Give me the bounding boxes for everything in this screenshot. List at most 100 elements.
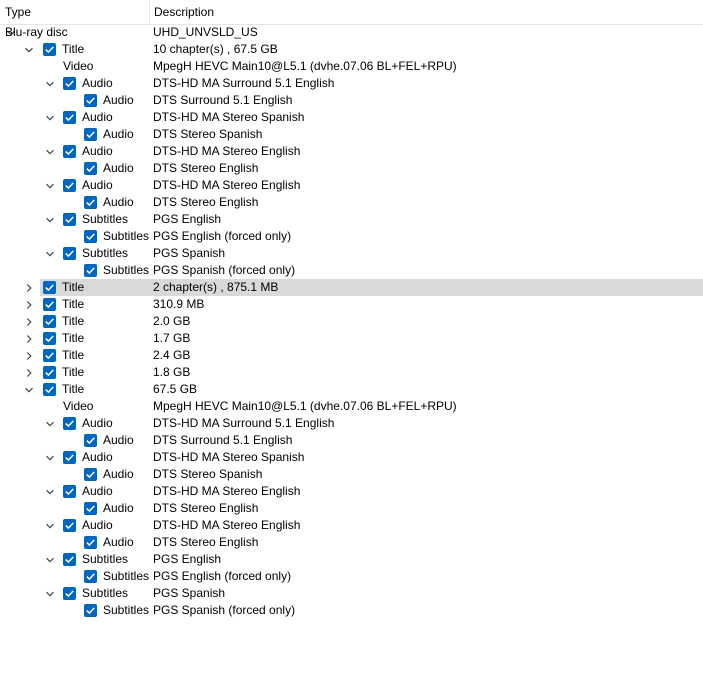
checkbox-checked-icon[interactable] [84, 468, 97, 481]
checkbox-checked-icon[interactable] [84, 162, 97, 175]
checkbox-checked-icon[interactable] [43, 281, 56, 294]
tree-row[interactable]: Subtitles PGS English (forced only) [0, 568, 703, 585]
checkbox-checked-icon[interactable] [63, 485, 76, 498]
chevron-down-icon[interactable] [44, 143, 56, 160]
checkbox-checked-icon[interactable] [63, 587, 76, 600]
checkbox-checked-icon[interactable] [43, 383, 56, 396]
chevron-down-icon[interactable] [44, 585, 56, 602]
row-description: DTS Stereo Spanish [153, 467, 263, 481]
tree-row[interactable]: Audio DTS Stereo English [0, 500, 703, 517]
checkbox-checked-icon[interactable] [63, 213, 76, 226]
checkbox-checked-icon[interactable] [63, 519, 76, 532]
checkbox-checked-icon[interactable] [84, 604, 97, 617]
chevron-down-icon[interactable] [44, 483, 56, 500]
tree-row[interactable]: Video MpegH HEVC Main10@L5.1 (dvhe.07.06 … [0, 398, 703, 415]
checkbox-checked-icon[interactable] [84, 196, 97, 209]
chevron-right-icon[interactable] [23, 330, 35, 347]
checkbox-checked-icon[interactable] [84, 128, 97, 141]
chevron-down-icon[interactable] [44, 109, 56, 126]
tree-row[interactable]: Subtitles PGS English [0, 211, 703, 228]
row-description: 1.8 GB [153, 365, 191, 379]
tree-row[interactable]: Audio DTS-HD MA Stereo English [0, 143, 703, 160]
checkbox-checked-icon[interactable] [63, 451, 76, 464]
tree-row[interactable]: Title 1.7 GB [0, 330, 703, 347]
chevron-right-icon[interactable] [23, 279, 35, 296]
tree-row[interactable]: Audio DTS Surround 5.1 English [0, 92, 703, 109]
checkbox-checked-icon[interactable] [63, 553, 76, 566]
row-description: DTS-HD MA Stereo English [153, 484, 301, 498]
checkbox-checked-icon[interactable] [84, 434, 97, 447]
chevron-right-icon[interactable] [23, 313, 35, 330]
tree-view[interactable]: Blu-ray disc UHD_UNVSLD_US Title 10 chapter… [0, 24, 703, 619]
tree-row[interactable]: Audio DTS Surround 5.1 English [0, 432, 703, 449]
tree-row[interactable]: Subtitles PGS Spanish (forced only) [0, 602, 703, 619]
row-type-label: Audio [103, 127, 134, 141]
checkbox-checked-icon[interactable] [84, 94, 97, 107]
tree-row[interactable]: Audio DTS-HD MA Surround 5.1 English [0, 75, 703, 92]
chevron-down-icon[interactable] [44, 551, 56, 568]
tree-row[interactable]: Audio DTS-HD MA Stereo English [0, 483, 703, 500]
chevron-down-icon[interactable] [44, 211, 56, 228]
chevron-right-icon[interactable] [23, 347, 35, 364]
checkbox-checked-icon[interactable] [43, 43, 56, 56]
checkbox-checked-icon[interactable] [43, 298, 56, 311]
tree-row[interactable]: Audio DTS Stereo Spanish [0, 126, 703, 143]
chevron-down-icon[interactable] [44, 517, 56, 534]
checkbox-checked-icon[interactable] [84, 502, 97, 515]
row-description: DTS-HD MA Stereo English [153, 178, 301, 192]
tree-row[interactable]: Audio DTS-HD MA Stereo Spanish [0, 449, 703, 466]
checkbox-checked-icon[interactable] [63, 247, 76, 260]
checkbox-checked-icon[interactable] [43, 332, 56, 345]
row-description: PGS Spanish [153, 586, 226, 600]
tree-row[interactable]: Audio DTS-HD MA Stereo English [0, 177, 703, 194]
chevron-down-icon[interactable] [44, 245, 56, 262]
tree-row[interactable]: Title 2 chapter(s) , 875.1 MB [0, 279, 703, 296]
chevron-down-icon[interactable] [44, 75, 56, 92]
tree-row[interactable]: Title 2.4 GB [0, 347, 703, 364]
tree-row[interactable]: Title 1.8 GB [0, 364, 703, 381]
checkbox-checked-icon[interactable] [84, 536, 97, 549]
checkbox-checked-icon[interactable] [84, 264, 97, 277]
tree-row[interactable]: Audio DTS Stereo English [0, 534, 703, 551]
column-header-description[interactable]: Description [150, 0, 703, 24]
checkbox-checked-icon[interactable] [43, 315, 56, 328]
tree-row[interactable]: Blu-ray disc UHD_UNVSLD_US [0, 24, 703, 41]
chevron-down-icon[interactable] [23, 41, 35, 58]
row-description: 310.9 MB [153, 297, 205, 311]
tree-row[interactable]: Subtitles PGS Spanish [0, 585, 703, 602]
tree-row[interactable]: Audio DTS-HD MA Stereo English [0, 517, 703, 534]
row-type-label: Subtitles [82, 246, 129, 260]
tree-row[interactable]: Audio DTS Stereo English [0, 160, 703, 177]
tree-row[interactable]: Subtitles PGS Spanish (forced only) [0, 262, 703, 279]
checkbox-checked-icon[interactable] [84, 230, 97, 243]
chevron-right-icon[interactable] [23, 296, 35, 313]
checkbox-checked-icon[interactable] [43, 349, 56, 362]
tree-row[interactable]: Audio DTS-HD MA Stereo Spanish [0, 109, 703, 126]
chevron-down-icon[interactable] [23, 381, 35, 398]
chevron-down-icon[interactable] [44, 415, 56, 432]
chevron-right-icon[interactable] [23, 364, 35, 381]
checkbox-checked-icon[interactable] [63, 77, 76, 90]
tree-row[interactable]: Video MpegH HEVC Main10@L5.1 (dvhe.07.06 … [0, 58, 703, 75]
checkbox-checked-icon[interactable] [63, 179, 76, 192]
chevron-down-icon[interactable] [44, 449, 56, 466]
row-description: PGS Spanish (forced only) [153, 603, 296, 617]
tree-row[interactable]: Title 67.5 GB [0, 381, 703, 398]
tree-row[interactable]: Audio DTS Stereo Spanish [0, 466, 703, 483]
checkbox-checked-icon[interactable] [43, 366, 56, 379]
tree-row[interactable]: Audio DTS-HD MA Surround 5.1 English [0, 415, 703, 432]
tree-row[interactable]: Title 10 chapter(s) , 67.5 GB [0, 41, 703, 58]
tree-row[interactable]: Audio DTS Stereo English [0, 194, 703, 211]
checkbox-checked-icon[interactable] [84, 570, 97, 583]
tree-row[interactable]: Subtitles PGS English (forced only) [0, 228, 703, 245]
checkbox-checked-icon[interactable] [63, 145, 76, 158]
tree-row[interactable]: Title 2.0 GB [0, 313, 703, 330]
checkbox-checked-icon[interactable] [63, 111, 76, 124]
column-header-type[interactable]: Type [0, 0, 150, 24]
tree-row[interactable]: Title 310.9 MB [0, 296, 703, 313]
checkbox-checked-icon[interactable] [63, 417, 76, 430]
tree-row[interactable]: Subtitles PGS English [0, 551, 703, 568]
tree-row[interactable]: Subtitles PGS Spanish [0, 245, 703, 262]
chevron-down-icon[interactable] [44, 177, 56, 194]
row-description: DTS Stereo English [153, 161, 259, 175]
